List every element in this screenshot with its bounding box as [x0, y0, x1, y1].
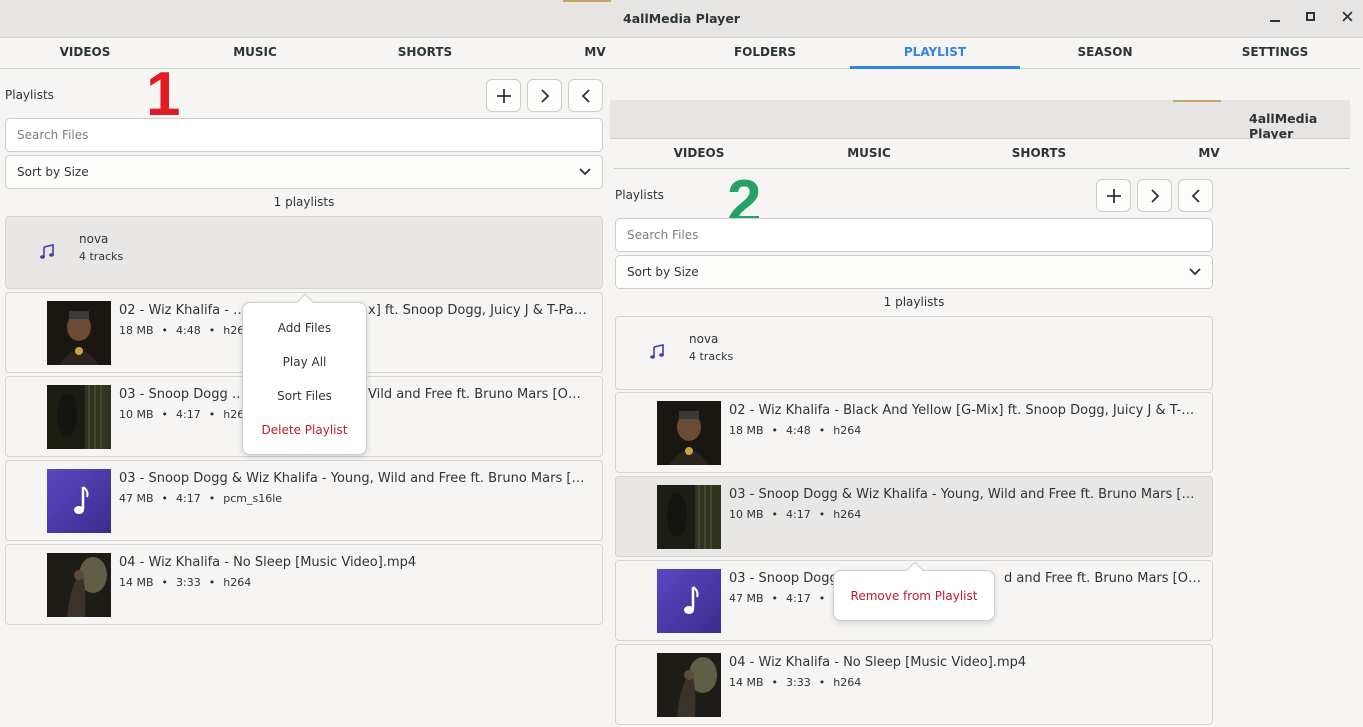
main-tab-bar: VIDEOS MUSIC SHORTS MV FOLDERS PLAYLIST …: [0, 38, 1360, 69]
track-meta: 47 MB • 4:17 • pcm_s16le: [119, 492, 283, 505]
tab-music[interactable]: MUSIC: [170, 38, 340, 68]
video-thumbnail: [47, 553, 111, 617]
inner-search-input[interactable]: [615, 218, 1213, 252]
inner-sort-select[interactable]: Sort by Size: [615, 255, 1213, 289]
chevron-right-icon: [1150, 188, 1159, 203]
inner-tab-mv[interactable]: MV: [1124, 139, 1294, 168]
tab-settings[interactable]: SETTINGS: [1190, 38, 1360, 68]
video-thumbnail: [47, 301, 111, 365]
plus-icon: [496, 88, 511, 103]
track-title: 03 - Snoop Dogg: [729, 571, 838, 586]
menu-delete-playlist[interactable]: Delete Playlist: [243, 423, 366, 437]
inner-tab-shorts[interactable]: SHORTS: [954, 139, 1124, 168]
title-accent: [563, 0, 611, 2]
video-thumbnail: [47, 385, 111, 449]
playlist-tracks: 4 tracks: [79, 250, 124, 263]
track-title: 02 - Wiz Khalifa - Black And Yellow [G-M…: [729, 403, 1199, 418]
inner-track-row[interactable]: 04 - Wiz Khalifa - No Sleep [Music Video…: [615, 644, 1213, 725]
track-row[interactable]: 04 - Wiz Khalifa - No Sleep [Music Video…: [5, 544, 603, 625]
inner-tab-music[interactable]: MUSIC: [784, 139, 954, 168]
track-title-tail: Vild and Free ft. Bruno Mars [Offic...: [368, 387, 588, 402]
playlists-label: Playlists: [5, 88, 54, 102]
chevron-right-icon: [540, 88, 549, 103]
playlist-context-menu: Add Files Play All Sort Files Delete Pla…: [242, 293, 367, 455]
track-title: 02 - Wiz Khalifa - Bla: [119, 303, 249, 318]
inner-window-title: 4allMedia Player: [1249, 111, 1318, 141]
inner-playlist-count: 1 playlists: [883, 295, 945, 309]
inner-title-accent: [1173, 100, 1221, 102]
inner-sort-value: Sort by Size: [627, 265, 699, 279]
inner-forward-button[interactable]: [1137, 179, 1172, 212]
inner-playlist-card[interactable]: nova 4 tracks: [615, 316, 1213, 390]
video-thumbnail: [657, 653, 721, 717]
track-title: 03 - Snoop Dogg & Wiz Khalifa - Young, W…: [729, 487, 1199, 502]
track-meta: 18 MB • 4:48 • h264: [729, 424, 862, 437]
tab-shorts[interactable]: SHORTS: [340, 38, 510, 68]
tab-playlist[interactable]: PLAYLIST: [850, 38, 1020, 69]
video-thumbnail: [657, 485, 721, 549]
music-note-icon: [40, 244, 54, 259]
track-title: 04 - Wiz Khalifa - No Sleep [Music Video…: [729, 655, 1027, 670]
track-meta: 14 MB • 3:33 • h264: [729, 676, 862, 689]
chevron-down-icon: [579, 168, 591, 176]
menu-add-files[interactable]: Add Files: [243, 321, 366, 335]
chevron-left-icon: [581, 88, 590, 103]
music-note-icon: [650, 344, 664, 359]
video-thumbnail: [657, 401, 721, 465]
track-context-menu: Remove from Playlist: [833, 561, 995, 621]
close-icon: [1341, 11, 1353, 22]
chevron-left-icon: [1191, 188, 1200, 203]
track-title: 03 - Snoop Dogg & Wiz Khalifa - Young, W…: [119, 471, 589, 486]
search-input[interactable]: [5, 118, 603, 152]
maximize-button[interactable]: [1300, 8, 1322, 30]
track-title: 04 - Wiz Khalifa - No Sleep [Music Video…: [119, 555, 417, 570]
inner-tab-bar: VIDEOS MUSIC SHORTS MV: [614, 139, 1350, 169]
chevron-down-icon: [1189, 268, 1201, 276]
track-meta: 14 MB • 3:33 • h264: [119, 576, 252, 589]
minimize-button[interactable]: [1264, 8, 1286, 30]
close-button[interactable]: [1336, 8, 1358, 30]
sort-select[interactable]: Sort by Size: [5, 155, 603, 189]
track-meta: 10 MB • 4:17 • h264: [119, 408, 252, 421]
track-meta: 10 MB • 4:17 • h264: [729, 508, 862, 521]
inner-track-row-selected[interactable]: 03 - Snoop Dogg & Wiz Khalifa - Young, W…: [615, 476, 1213, 557]
inner-add-playlist-button[interactable]: [1096, 179, 1131, 212]
tab-folders[interactable]: FOLDERS: [680, 38, 850, 68]
music-note-icon: [47, 469, 111, 533]
playlist-card[interactable]: nova 4 tracks: [5, 216, 603, 289]
window-title: 4allMedia Player: [623, 11, 740, 26]
tab-videos[interactable]: VIDEOS: [0, 38, 170, 68]
title-bar: 4allMedia Player: [0, 0, 1363, 38]
playlist-name: nova: [79, 232, 109, 246]
track-title-tail: d and Free ft. Bruno Mars [Offic...: [1004, 571, 1204, 586]
menu-sort-files[interactable]: Sort Files: [243, 389, 366, 403]
inner-back-button[interactable]: [1178, 179, 1213, 212]
sort-value: Sort by Size: [17, 165, 89, 179]
inner-playlist-tracks: 4 tracks: [689, 350, 734, 363]
minimize-icon: [1270, 20, 1280, 22]
track-meta: 18 MB • 4:48 • h264: [119, 324, 252, 337]
forward-button[interactable]: [527, 79, 562, 112]
maximize-icon: [1306, 12, 1315, 21]
tab-mv[interactable]: MV: [510, 38, 680, 68]
plus-icon: [1106, 188, 1121, 203]
marker-1: 1: [146, 60, 181, 129]
back-button[interactable]: [568, 79, 603, 112]
inner-track-row[interactable]: 02 - Wiz Khalifa - Black And Yellow [G-M…: [615, 392, 1213, 473]
track-row[interactable]: 03 - Snoop Dogg & Wiz Khalifa - Young, W…: [5, 460, 603, 541]
menu-play-all[interactable]: Play All: [243, 355, 366, 369]
playlist-count: 1 playlists: [273, 195, 335, 209]
menu-remove-from-playlist[interactable]: Remove from Playlist: [834, 589, 994, 603]
inner-title-bar: 4allMedia Player: [610, 100, 1350, 141]
music-note-icon: [657, 569, 721, 633]
tab-season[interactable]: SEASON: [1020, 38, 1190, 68]
track-meta: 47 MB•4:17•pc: [729, 592, 846, 605]
track-title: 03 - Snoop Dogg & W: [119, 387, 249, 402]
track-title-tail: x] ft. Snoop Dogg, Juicy J & T-Pain....: [368, 303, 588, 318]
inner-playlist-name: nova: [689, 332, 719, 346]
add-playlist-button[interactable]: [486, 79, 521, 112]
inner-tab-videos[interactable]: VIDEOS: [614, 139, 784, 168]
inner-playlists-label: Playlists: [615, 188, 664, 202]
